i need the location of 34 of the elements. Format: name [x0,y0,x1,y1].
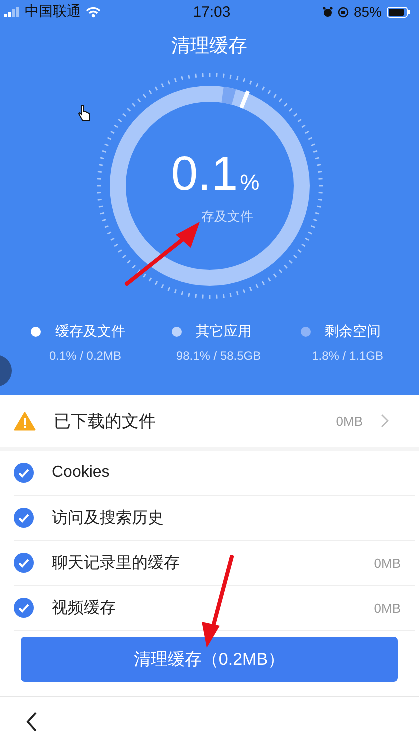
status-time: 17:03 [193,4,231,20]
signal-icon [4,7,20,17]
battery-icon [386,6,411,18]
item-size: 0MB [374,600,401,616]
downloads-label[interactable]: 已下载的文件 [54,410,318,433]
downloads-size: 0MB [336,414,363,429]
item-label: 视频缓存 [52,598,117,619]
legend-detail: 0.1% / 0.2MB [49,349,122,363]
hand-cursor-icon [78,104,92,124]
gauge-caption: 存及文件 [202,208,254,226]
checkbox[interactable] [14,508,34,528]
legend-label: 缓存及文件 [55,323,126,341]
checkbox[interactable] [14,553,34,574]
alarm-icon [322,6,333,18]
rotation-lock-icon [338,6,349,18]
back-icon[interactable] [26,712,38,732]
item-label: 聊天记录里的缓存 [52,554,181,574]
clean-cache-button[interactable]: 清理缓存（0.2MB） [21,637,398,682]
checkbox[interactable] [14,598,34,618]
battery-percent: 85% [354,4,382,20]
warning-icon [14,412,36,431]
checkbox[interactable] [14,463,34,484]
legend-detail: 98.1% / 58.5GB [176,349,262,363]
item-label: Cookies [52,464,111,482]
legend-label: 剩余空间 [324,323,381,341]
page-title: 清理缓存 [170,35,248,59]
gauge-value: 0.1 [171,146,238,202]
item-size: 0MB [374,556,401,571]
wifi-icon [86,6,101,18]
legend-label: 其它应用 [196,323,252,341]
carrier-name: 中国联通 [25,3,81,21]
gauge-unit: % [240,170,260,196]
item-label: 访问及搜索历史 [52,508,165,529]
legend-detail: 1.8% / 1.1GB [312,349,384,363]
